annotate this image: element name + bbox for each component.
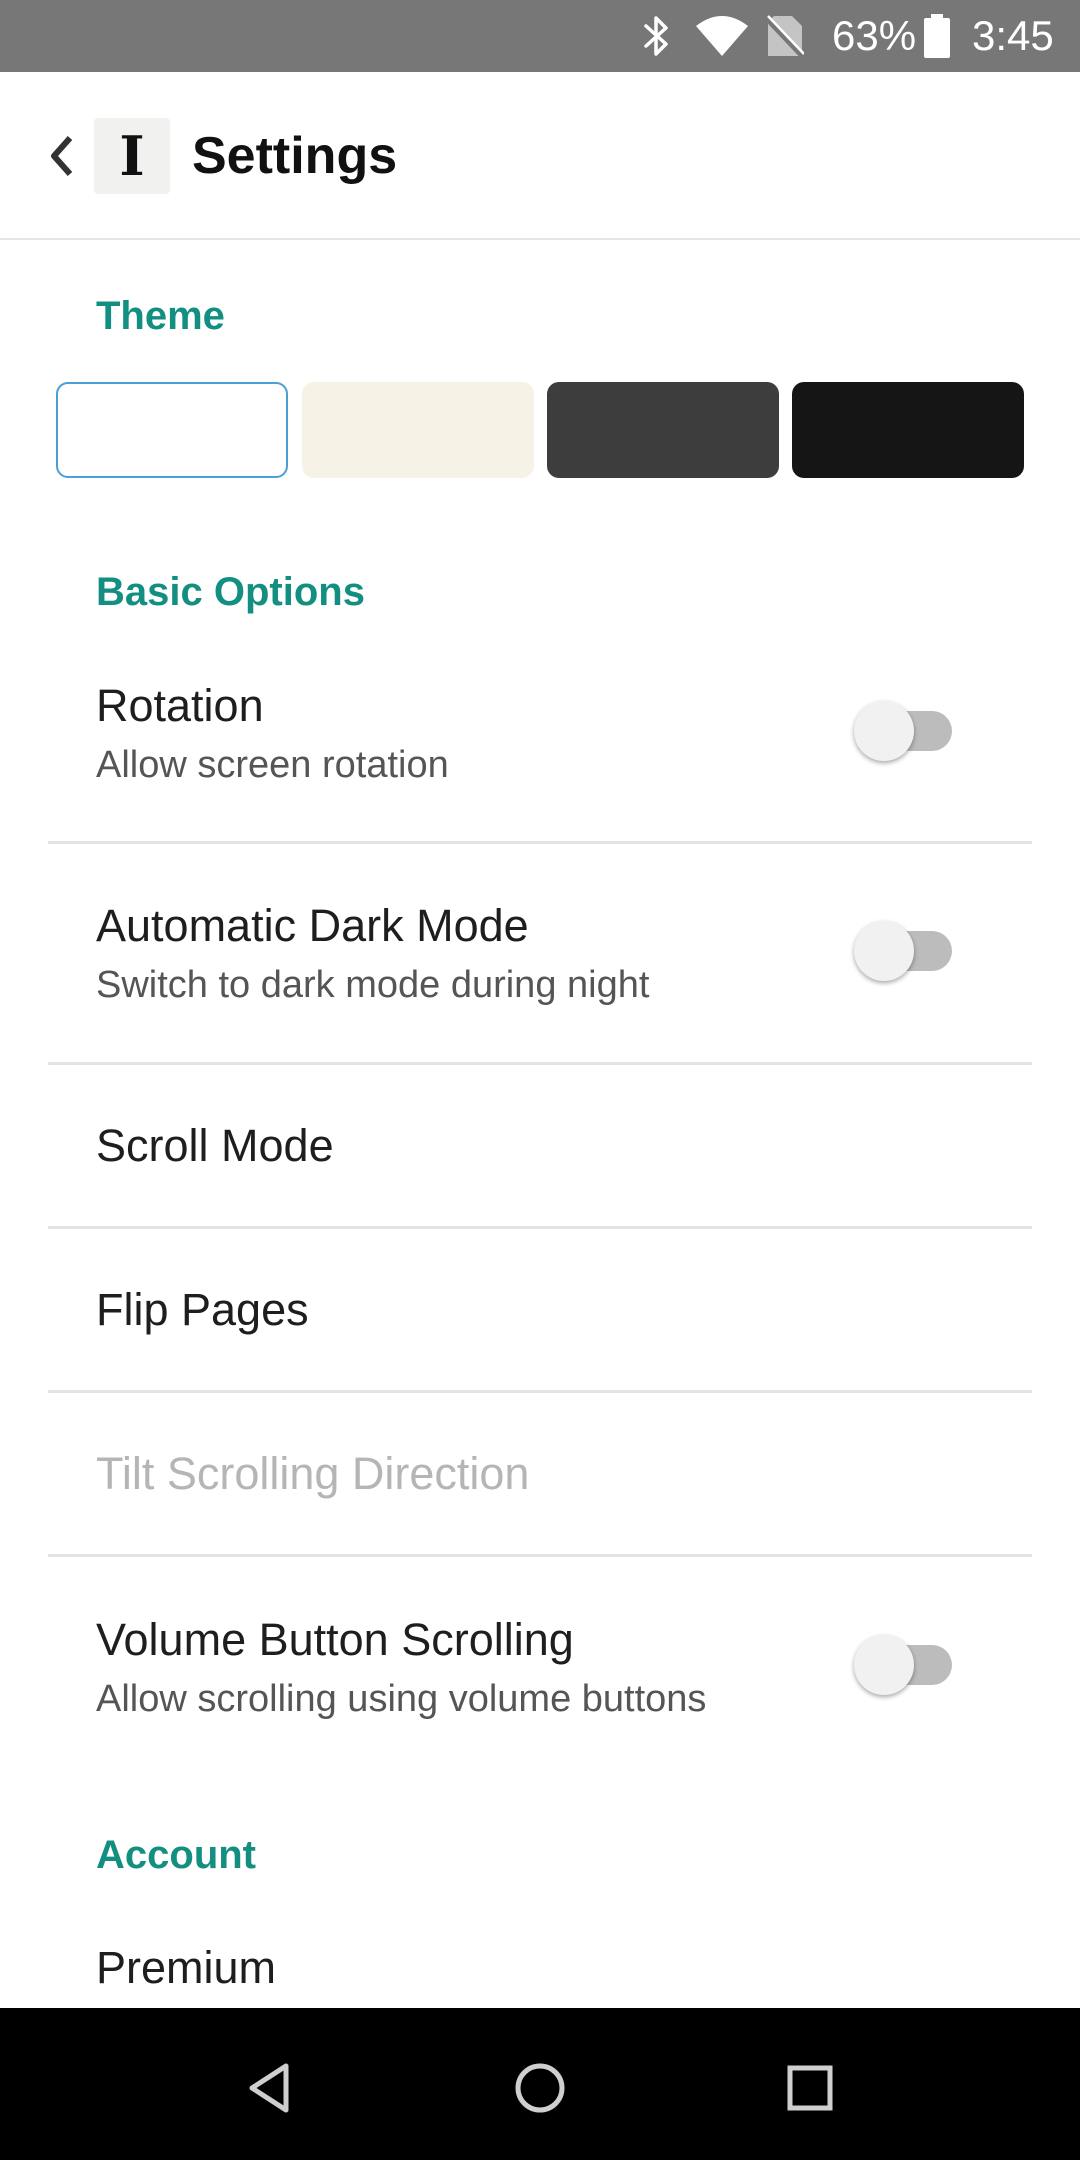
wifi-icon: [694, 14, 750, 58]
theme-swatch-dark-gray[interactable]: [547, 382, 779, 478]
dark-mode-toggle[interactable]: [854, 921, 954, 981]
app-logo-letter: I: [119, 124, 145, 188]
nav-recents-button[interactable]: [770, 2048, 850, 2128]
recents-square-icon: [787, 2065, 833, 2111]
setting-row-volume-button-scrolling[interactable]: Volume Button Scrolling Allow scrolling …: [48, 1594, 1032, 1774]
toggle-thumb: [854, 921, 914, 981]
back-triangle-icon: [249, 2063, 289, 2113]
setting-title: Scroll Mode: [96, 1120, 334, 1171]
toggle-thumb: [854, 701, 914, 761]
nav-home-button[interactable]: [500, 2048, 580, 2128]
section-header-theme: Theme: [96, 294, 225, 338]
divider: [48, 1226, 1032, 1229]
setting-row-flip-pages[interactable]: Flip Pages: [48, 1230, 1032, 1390]
setting-title: Tilt Scrolling Direction: [96, 1448, 530, 1499]
volume-scrolling-toggle[interactable]: [854, 1635, 954, 1695]
setting-subtitle: Allow scrolling using volume buttons: [96, 1678, 707, 1720]
back-button[interactable]: [40, 126, 84, 186]
no-sim-icon: [764, 14, 804, 58]
setting-row-tilt-scrolling-direction: Tilt Scrolling Direction: [48, 1394, 1032, 1554]
chevron-left-icon: [51, 136, 73, 176]
theme-swatch-black[interactable]: [792, 382, 1024, 478]
battery-percent: 63%: [832, 12, 917, 59]
navigation-bar: [0, 2008, 1080, 2160]
status-bar: 63% 3:45: [0, 0, 1080, 72]
battery-icon: [922, 14, 952, 58]
divider: [48, 1062, 1032, 1065]
toggle-thumb: [854, 1635, 914, 1695]
divider: [48, 1390, 1032, 1393]
theme-swatch-sepia[interactable]: [302, 382, 534, 478]
home-circle-icon: [515, 2063, 565, 2113]
setting-title: Automatic Dark Mode: [96, 900, 529, 951]
page-title: Settings: [192, 127, 398, 185]
setting-title: Rotation: [96, 680, 264, 731]
nav-back-button[interactable]: [230, 2048, 310, 2128]
rotation-toggle[interactable]: [854, 701, 954, 761]
setting-row-premium[interactable]: Premium: [48, 1920, 1032, 2008]
setting-subtitle: Allow screen rotation: [96, 744, 449, 786]
setting-title: Volume Button Scrolling: [96, 1614, 574, 1665]
setting-title: Flip Pages: [96, 1284, 309, 1335]
section-header-account: Account: [96, 1833, 256, 1877]
bluetooth-icon: [640, 14, 674, 58]
divider: [48, 1554, 1032, 1557]
app-bar: I Settings: [0, 72, 1080, 240]
setting-subtitle: Switch to dark mode during night: [96, 964, 650, 1006]
app-logo: I: [94, 118, 170, 194]
setting-title: Premium: [96, 1942, 277, 1993]
section-header-basic-options: Basic Options: [96, 570, 365, 614]
setting-row-scroll-mode[interactable]: Scroll Mode: [48, 1066, 1032, 1226]
theme-swatch-white[interactable]: [56, 382, 288, 478]
setting-row-automatic-dark-mode[interactable]: Automatic Dark Mode Switch to dark mode …: [48, 880, 1032, 1060]
divider: [48, 841, 1032, 844]
setting-row-rotation[interactable]: Rotation Allow screen rotation: [48, 660, 1032, 840]
clock: 3:45: [972, 12, 1054, 59]
